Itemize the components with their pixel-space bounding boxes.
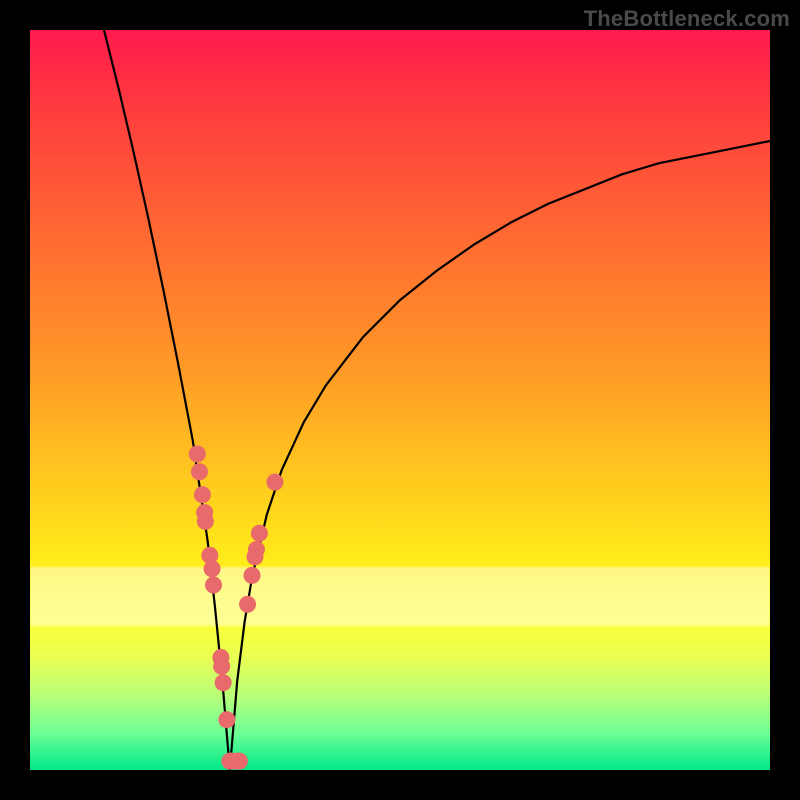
data-point [204, 560, 221, 577]
data-point [266, 474, 283, 491]
data-point [248, 541, 265, 558]
data-point [218, 711, 235, 728]
data-point [239, 596, 256, 613]
data-point [191, 463, 208, 480]
data-points-group [189, 446, 284, 770]
data-point [244, 567, 261, 584]
data-point [197, 513, 214, 530]
watermark-text: TheBottleneck.com [584, 6, 790, 32]
data-point [213, 658, 230, 675]
data-point [251, 525, 268, 542]
data-point [205, 577, 222, 594]
data-point [194, 486, 211, 503]
chart-frame [30, 30, 770, 770]
bottleneck-curve [104, 30, 770, 770]
data-point [231, 753, 248, 770]
data-point [215, 674, 232, 691]
data-point [189, 446, 206, 463]
chart-svg [30, 30, 770, 770]
